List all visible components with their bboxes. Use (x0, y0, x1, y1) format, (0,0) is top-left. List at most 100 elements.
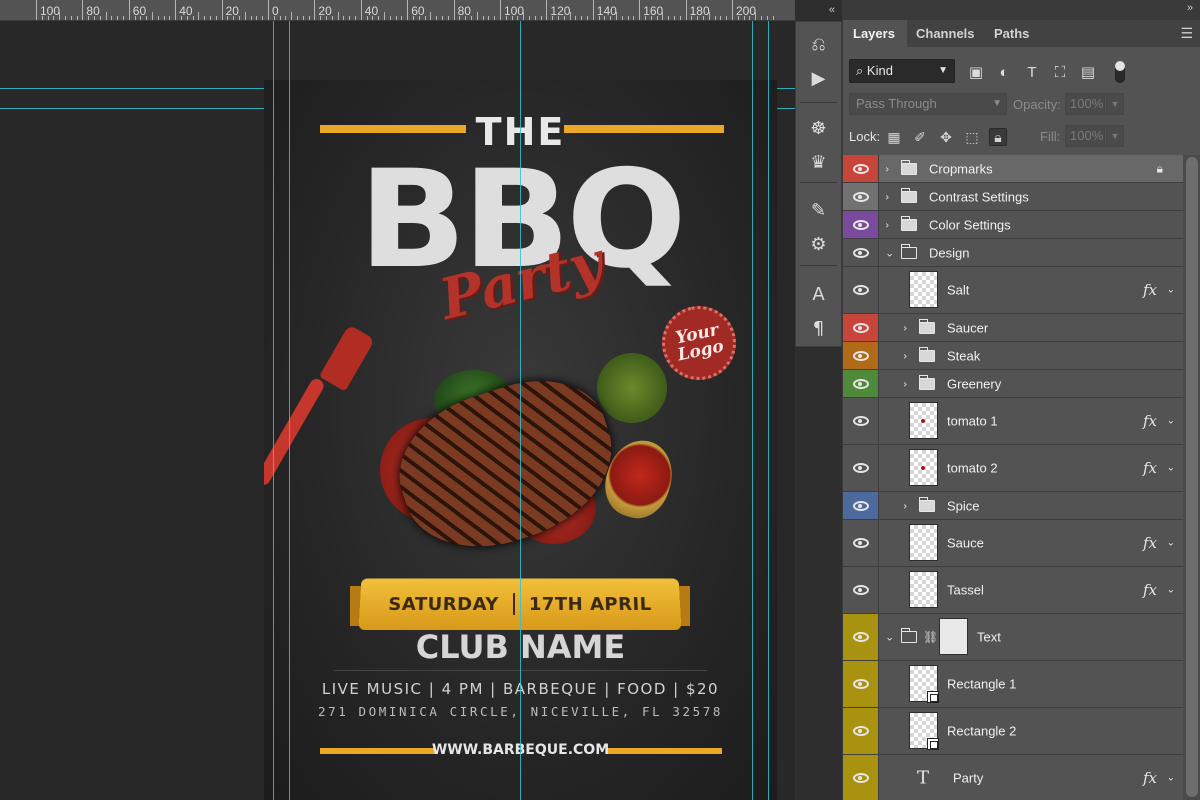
layer-effects-icon[interactable]: fx (1143, 769, 1157, 787)
horizontal-ruler[interactable]: 100 80 60 40 20 0 20 40 60 80 100 120 140 160 180 200 (0, 0, 795, 21)
fill-input[interactable]: 100% (1065, 125, 1105, 147)
wheel-icon[interactable]: ☸ (796, 112, 841, 144)
layer-row-spice[interactable]: › Spice (843, 492, 1183, 520)
link-icon[interactable]: ⛓ (923, 630, 938, 644)
tab-paths[interactable]: Paths (985, 20, 1041, 47)
opacity-input[interactable]: 100% (1065, 93, 1105, 115)
visibility-toggle[interactable] (843, 708, 879, 754)
chevron-right-icon[interactable]: › (885, 162, 889, 175)
layer-row-rectangle-2[interactable]: Rectangle 2 (843, 708, 1183, 755)
image-filter-icon[interactable]: ▣ (967, 63, 985, 81)
lock-artboard-icon[interactable]: ⬚ (963, 128, 981, 146)
chevron-right-icon[interactable]: › (885, 190, 889, 203)
visibility-toggle[interactable] (843, 239, 879, 266)
layer-row-color-settings[interactable]: › Color Settings (843, 211, 1183, 239)
visibility-toggle[interactable] (843, 342, 879, 369)
layer-row-tomato-1[interactable]: tomato 1 fx ⌄ (843, 398, 1183, 445)
layer-row-text[interactable]: ⌄ ⛓ Text (843, 614, 1183, 661)
lock-position-icon[interactable]: ✥ (937, 128, 955, 146)
visibility-toggle[interactable] (843, 567, 879, 613)
tab-layers[interactable]: Layers (843, 20, 907, 47)
visibility-toggle[interactable] (843, 267, 879, 313)
shape-filter-icon[interactable]: ⛶ (1051, 63, 1069, 81)
visibility-toggle[interactable] (843, 661, 879, 707)
visibility-toggle[interactable] (843, 314, 879, 341)
layer-row-rectangle-1[interactable]: Rectangle 1 (843, 661, 1183, 708)
layer-thumbnail[interactable] (909, 271, 938, 308)
layer-thumbnail[interactable] (909, 665, 938, 702)
layer-thumbnail[interactable] (909, 524, 938, 561)
lock-all-icon[interactable]: 🔒︎ (989, 128, 1007, 146)
crown-icon[interactable]: ♛ (796, 146, 841, 178)
document-canvas[interactable]: 100 80 60 40 20 0 20 40 60 80 100 120 140 160 180 200 T… (0, 0, 795, 800)
filter-kind-select[interactable]: ⌕ Kind ▼ (849, 59, 955, 83)
expand-effects-icon[interactable]: ⌄ (1167, 285, 1175, 296)
expand-effects-icon[interactable]: ⌄ (1167, 416, 1175, 427)
layer-row-salt[interactable]: Salt fx ⌄ (843, 267, 1183, 314)
visibility-toggle[interactable] (843, 211, 879, 238)
character-icon[interactable]: A (796, 278, 841, 310)
history-icon[interactable]: ⎌ (796, 28, 841, 60)
visibility-toggle[interactable] (843, 755, 879, 800)
layer-row-design[interactable]: ⌄ Design (843, 239, 1183, 267)
type-filter-icon[interactable]: T (1023, 63, 1041, 81)
layer-thumbnail[interactable] (909, 449, 938, 486)
expand-effects-icon[interactable]: ⌄ (1167, 538, 1175, 549)
panel-menu-icon[interactable]: ☰ (1180, 25, 1193, 42)
filter-toggle[interactable] (1115, 61, 1125, 83)
layer-effects-icon[interactable]: fx (1143, 581, 1157, 599)
layer-row-tomato-2[interactable]: tomato 2 fx ⌄ (843, 445, 1183, 492)
adjust-icon[interactable]: ⚙ (796, 228, 841, 260)
layer-row-contrast-settings[interactable]: › Contrast Settings (843, 183, 1183, 211)
blend-mode-select[interactable]: Pass Through ▼ (849, 93, 1007, 115)
ruler-minor-tick (633, 16, 634, 20)
brush-icon[interactable]: ✎ (796, 194, 841, 226)
tab-channels[interactable]: Channels (907, 20, 985, 47)
visibility-toggle[interactable] (843, 492, 879, 519)
layers-scrollbar[interactable] (1183, 155, 1200, 800)
layer-effects-icon[interactable]: fx (1143, 459, 1157, 477)
layer-row-steak[interactable]: › Steak (843, 342, 1183, 370)
visibility-toggle[interactable] (843, 520, 879, 566)
layer-effects-icon[interactable]: fx (1143, 412, 1157, 430)
chevron-down-icon[interactable]: ⌄ (885, 246, 894, 259)
layer-mask-thumbnail[interactable] (939, 618, 968, 655)
layer-row-party[interactable]: T Party fx ⌄ (843, 755, 1183, 800)
visibility-toggle[interactable] (843, 614, 879, 660)
visibility-toggle[interactable] (843, 398, 879, 444)
layer-thumbnail[interactable] (909, 402, 938, 439)
layer-row-greenery[interactable]: › Greenery (843, 370, 1183, 398)
layer-row-sauce[interactable]: Sauce fx ⌄ (843, 520, 1183, 567)
layer-effects-icon[interactable]: fx (1143, 281, 1157, 299)
visibility-toggle[interactable] (843, 370, 879, 397)
expand-effects-icon[interactable]: ⌄ (1167, 585, 1175, 596)
layer-thumbnail[interactable] (909, 712, 938, 749)
chevron-right-icon[interactable]: › (903, 321, 907, 334)
scrollbar-thumb[interactable] (1186, 157, 1198, 797)
expand-effects-icon[interactable]: ⌄ (1167, 773, 1175, 784)
layer-row-saucer[interactable]: › Saucer (843, 314, 1183, 342)
chevron-right-icon[interactable]: › (885, 218, 889, 231)
layer-effects-icon[interactable]: fx (1143, 534, 1157, 552)
opacity-dropdown[interactable]: ▼ (1106, 93, 1124, 115)
collapse-arrows-icon[interactable]: » (1187, 2, 1193, 14)
lock-image-icon[interactable]: ✐ (911, 128, 929, 146)
paragraph-icon[interactable]: ¶ (796, 312, 841, 344)
visibility-toggle[interactable] (843, 183, 879, 210)
chevron-down-icon[interactable]: ⌄ (885, 631, 894, 644)
chevron-right-icon[interactable]: › (903, 499, 907, 512)
layer-row-tassel[interactable]: Tassel fx ⌄ (843, 567, 1183, 614)
visibility-toggle[interactable] (843, 445, 879, 491)
chevron-right-icon[interactable]: › (903, 349, 907, 362)
lock-transparent-icon[interactable]: ▦ (885, 128, 903, 146)
play-icon[interactable]: ▶ (796, 62, 841, 94)
adjustment-filter-icon[interactable]: ◐ (995, 63, 1013, 81)
chevron-right-icon[interactable]: › (903, 377, 907, 390)
collapse-arrows-icon[interactable]: « (829, 4, 835, 16)
smart-object-filter-icon[interactable]: ▤ (1079, 63, 1097, 81)
layer-thumbnail[interactable] (909, 571, 938, 608)
fill-dropdown[interactable]: ▼ (1106, 125, 1124, 147)
visibility-toggle[interactable] (843, 155, 879, 182)
layer-row-cropmarks[interactable]: › Cropmarks 🔒︎ (843, 155, 1183, 183)
expand-effects-icon[interactable]: ⌄ (1167, 463, 1175, 474)
